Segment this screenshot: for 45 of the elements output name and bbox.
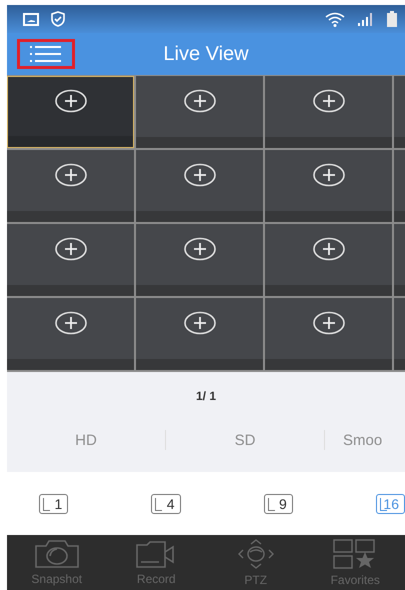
add-camera-icon[interactable] bbox=[312, 236, 346, 260]
add-camera-icon[interactable] bbox=[182, 236, 216, 260]
menu-icon bbox=[30, 45, 62, 63]
wifi-icon bbox=[325, 12, 345, 26]
video-tile[interactable] bbox=[265, 298, 392, 370]
quality-option[interactable]: Smoo bbox=[325, 432, 405, 448]
video-tile[interactable] bbox=[136, 224, 263, 296]
add-camera-icon[interactable] bbox=[312, 88, 346, 112]
menu-button[interactable] bbox=[17, 39, 75, 69]
image-icon bbox=[23, 12, 39, 26]
ptz-button[interactable]: PTZ bbox=[216, 538, 296, 587]
add-camera-icon[interactable] bbox=[182, 88, 216, 112]
add-camera-icon[interactable] bbox=[54, 162, 88, 186]
add-camera-icon[interactable] bbox=[182, 162, 216, 186]
add-camera-icon[interactable] bbox=[312, 310, 346, 334]
screen-title: Live View bbox=[162, 42, 250, 66]
page-indicator: 1/ 1 bbox=[196, 389, 216, 403]
add-camera-icon[interactable] bbox=[54, 236, 88, 260]
video-tile[interactable] bbox=[136, 150, 263, 222]
video-tile[interactable] bbox=[7, 150, 134, 222]
split-layout-button[interactable]: 9 bbox=[264, 494, 293, 514]
signal-icon bbox=[357, 12, 375, 26]
shield-icon bbox=[51, 11, 65, 27]
video-tile[interactable] bbox=[265, 76, 392, 148]
favorites-button[interactable]: Favorites bbox=[315, 538, 396, 587]
snapshot-button[interactable]: Snapshot bbox=[16, 539, 97, 586]
video-tile[interactable] bbox=[265, 224, 392, 296]
video-tile[interactable] bbox=[136, 76, 263, 148]
add-camera-icon[interactable] bbox=[182, 310, 216, 334]
record-button[interactable]: Record bbox=[116, 539, 196, 586]
video-tile[interactable] bbox=[265, 150, 392, 222]
split-layout-button[interactable]: 4 bbox=[151, 494, 180, 514]
quality-option[interactable]: SD bbox=[166, 432, 324, 448]
video-tile[interactable] bbox=[7, 76, 134, 148]
quality-option[interactable]: HD bbox=[7, 432, 165, 448]
add-camera-icon[interactable] bbox=[312, 162, 346, 186]
video-tile[interactable] bbox=[7, 298, 134, 370]
battery-icon bbox=[387, 11, 397, 27]
add-camera-icon[interactable] bbox=[54, 310, 88, 334]
split-layout-button[interactable]: 1 bbox=[39, 494, 68, 514]
video-tile[interactable] bbox=[7, 224, 134, 296]
add-camera-icon[interactable] bbox=[54, 88, 88, 112]
video-tile[interactable] bbox=[136, 298, 263, 370]
camera-icon bbox=[34, 539, 80, 569]
split-layout-button[interactable]: 16 bbox=[376, 494, 405, 514]
